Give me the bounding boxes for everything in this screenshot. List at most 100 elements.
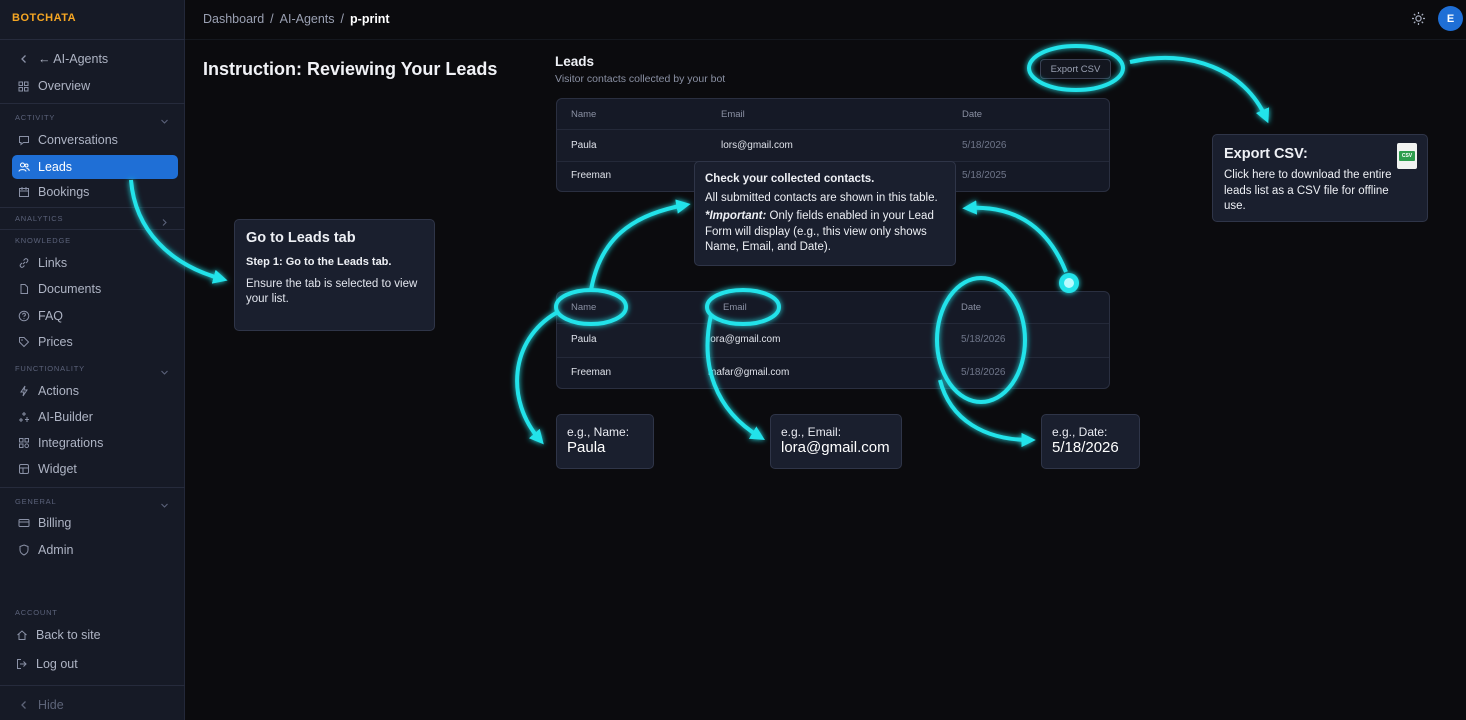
column-header-email[interactable]: Email bbox=[723, 302, 747, 313]
callout-step1: Go to Leads tab Step 1: Go to the Leads … bbox=[234, 219, 435, 331]
cell-date: 5/18/2026 bbox=[961, 367, 1006, 378]
example-value: 5/18/2026 bbox=[1052, 439, 1119, 456]
sidebar-item-ai-builder[interactable]: AI-Builder bbox=[12, 405, 178, 429]
breadcrumb: Dashboard / AI-Agents / p-print bbox=[203, 12, 390, 26]
arrow-dot-to-check bbox=[962, 200, 1068, 273]
column-header-name[interactable]: Name bbox=[571, 109, 596, 120]
avatar[interactable]: E bbox=[1438, 6, 1463, 31]
sidebar-item-admin[interactable]: Admin bbox=[12, 538, 178, 562]
cell-email: mafar@gmail.com bbox=[708, 367, 790, 378]
example-date-card: e.g., Date: 5/18/2026 bbox=[1041, 414, 1140, 469]
widget-icon bbox=[17, 463, 30, 476]
brand-logo[interactable]: BOTCHATA bbox=[12, 12, 76, 24]
credit-card-icon bbox=[17, 517, 30, 530]
sidebar-item-log-out[interactable]: Log out bbox=[10, 652, 176, 676]
breadcrumb-current: p-print bbox=[350, 12, 390, 26]
example-label: e.g., Email: bbox=[781, 425, 842, 439]
sidebar-item-prices[interactable]: Prices bbox=[12, 330, 178, 354]
callout-export: Export CSV: Click here to download the e… bbox=[1212, 134, 1428, 222]
example-label: e.g., Name: bbox=[567, 425, 630, 439]
leads-title: Leads bbox=[555, 54, 595, 69]
sidebar-item-label: Overview bbox=[38, 79, 91, 93]
breadcrumb-separator: / bbox=[340, 12, 345, 26]
sidebar-divider bbox=[0, 39, 185, 40]
chevron-down-icon[interactable] bbox=[160, 364, 169, 375]
table-row[interactable]: Freeman mafar@gmail.com 5/18/2026 bbox=[557, 358, 1109, 388]
cell-email: lors@gmail.com bbox=[721, 140, 793, 151]
sidebar-item-billing[interactable]: Billing bbox=[12, 511, 178, 535]
section-analytics: ANALYTICS bbox=[15, 214, 64, 223]
leads-subtitle: Visitor contacts collected by your bot bbox=[555, 73, 726, 85]
glow-dot bbox=[1059, 273, 1079, 293]
callout-title: Check your collected contacts. bbox=[705, 173, 875, 185]
sidebar-item-actions[interactable]: Actions bbox=[12, 379, 178, 403]
chevron-down-icon[interactable] bbox=[160, 113, 169, 124]
sidebar-item-label: Actions bbox=[38, 384, 79, 398]
document-icon bbox=[17, 283, 30, 296]
sidebar-divider bbox=[0, 207, 185, 208]
sidebar-divider bbox=[0, 229, 185, 230]
bolt-icon bbox=[17, 385, 30, 398]
section-functionality: FUNCTIONALITY bbox=[15, 364, 85, 373]
sidebar-item-bookings[interactable]: Bookings bbox=[12, 180, 178, 204]
section-general: GENERAL bbox=[15, 497, 57, 506]
callout-title: Export CSV: bbox=[1224, 146, 1308, 162]
cell-name: Paula bbox=[571, 140, 597, 151]
column-header-date[interactable]: Date bbox=[961, 302, 981, 313]
section-knowledge: KNOWLEDGE bbox=[15, 236, 71, 245]
arrow-name-to-example bbox=[515, 311, 558, 445]
sidebar-item-label: Links bbox=[38, 256, 68, 270]
theme-toggle-icon[interactable] bbox=[1411, 11, 1426, 26]
example-email-card: e.g., Email: lora@gmail.com bbox=[770, 414, 902, 469]
arrow-export bbox=[1129, 55, 1270, 124]
sidebar-item-conversations[interactable]: Conversations bbox=[12, 128, 178, 152]
sidebar-item-label: Conversations bbox=[38, 133, 118, 147]
sidebar-item-widget[interactable]: Widget bbox=[12, 457, 178, 481]
sidebar-item-faq[interactable]: FAQ bbox=[12, 304, 178, 328]
csv-file-badge: CSV bbox=[1399, 151, 1415, 161]
sidebar-divider bbox=[0, 103, 185, 104]
sidebar-item-documents[interactable]: Documents bbox=[12, 277, 178, 301]
sidebar-item-label: Widget bbox=[38, 462, 77, 476]
sidebar-item-label: Prices bbox=[38, 335, 73, 349]
column-header-email[interactable]: Email bbox=[721, 109, 745, 120]
chevron-down-icon[interactable] bbox=[160, 497, 169, 508]
cell-date: 5/18/2026 bbox=[962, 140, 1007, 151]
sidebar-item-label: Back to site bbox=[36, 628, 101, 642]
sidebar-item-integrations[interactable]: Integrations bbox=[12, 431, 178, 455]
sidebar: BOTCHATA ← AI-Agents Overview ACTIVITY C… bbox=[0, 0, 185, 720]
sidebar-item-overview[interactable]: Overview bbox=[12, 74, 178, 98]
column-header-name[interactable]: Name bbox=[571, 302, 596, 313]
cell-email: lora@gmail.com bbox=[708, 334, 781, 345]
callout-body: Ensure the tab is selected to view your … bbox=[246, 278, 418, 305]
callout-body: Click here to download the entire leads … bbox=[1224, 169, 1392, 212]
section-account: ACCOUNT bbox=[15, 608, 58, 617]
cell-date: 5/18/2026 bbox=[961, 334, 1006, 345]
table-row[interactable]: Paula lora@gmail.com 5/18/2026 bbox=[557, 324, 1109, 357]
sidebar-item-label: Documents bbox=[38, 282, 102, 296]
tag-icon bbox=[17, 336, 30, 349]
sidebar-item-links[interactable]: Links bbox=[12, 251, 178, 275]
column-header-date[interactable]: Date bbox=[962, 109, 982, 120]
table-row[interactable]: Paula lors@gmail.com 5/18/2026 bbox=[557, 130, 1109, 161]
sidebar-item-leads[interactable]: Leads bbox=[12, 155, 178, 179]
callout-subtitle: Step 1: Go to the Leads tab. bbox=[246, 256, 392, 268]
sidebar-item-label: Log out bbox=[36, 657, 78, 671]
chevron-right-icon[interactable] bbox=[160, 214, 169, 226]
sidebar-item-back-to-site[interactable]: Back to site bbox=[10, 623, 176, 647]
breadcrumb-dashboard[interactable]: Dashboard bbox=[203, 12, 264, 26]
breadcrumb-ai-agents[interactable]: AI-Agents bbox=[280, 12, 335, 26]
cell-name: Freeman bbox=[571, 170, 612, 181]
glow-dot-core bbox=[1064, 278, 1074, 288]
sidebar-item-label: AI-Builder bbox=[38, 410, 93, 424]
cell-date: 5/18/2025 bbox=[962, 170, 1007, 181]
breadcrumb-separator: / bbox=[270, 12, 274, 26]
sidebar-hide-button[interactable]: Hide bbox=[12, 693, 178, 717]
export-csv-button[interactable]: Export CSV bbox=[1040, 59, 1111, 79]
callout-body: All submitted contacts are shown in this… bbox=[705, 191, 938, 204]
example-label: e.g., Date: bbox=[1052, 425, 1108, 439]
sidebar-back-label: ← AI-Agents bbox=[38, 52, 109, 66]
sidebar-back-link[interactable]: ← AI-Agents bbox=[12, 47, 178, 71]
chevron-left-icon bbox=[17, 53, 30, 66]
sidebar-item-label: Bookings bbox=[38, 185, 90, 199]
